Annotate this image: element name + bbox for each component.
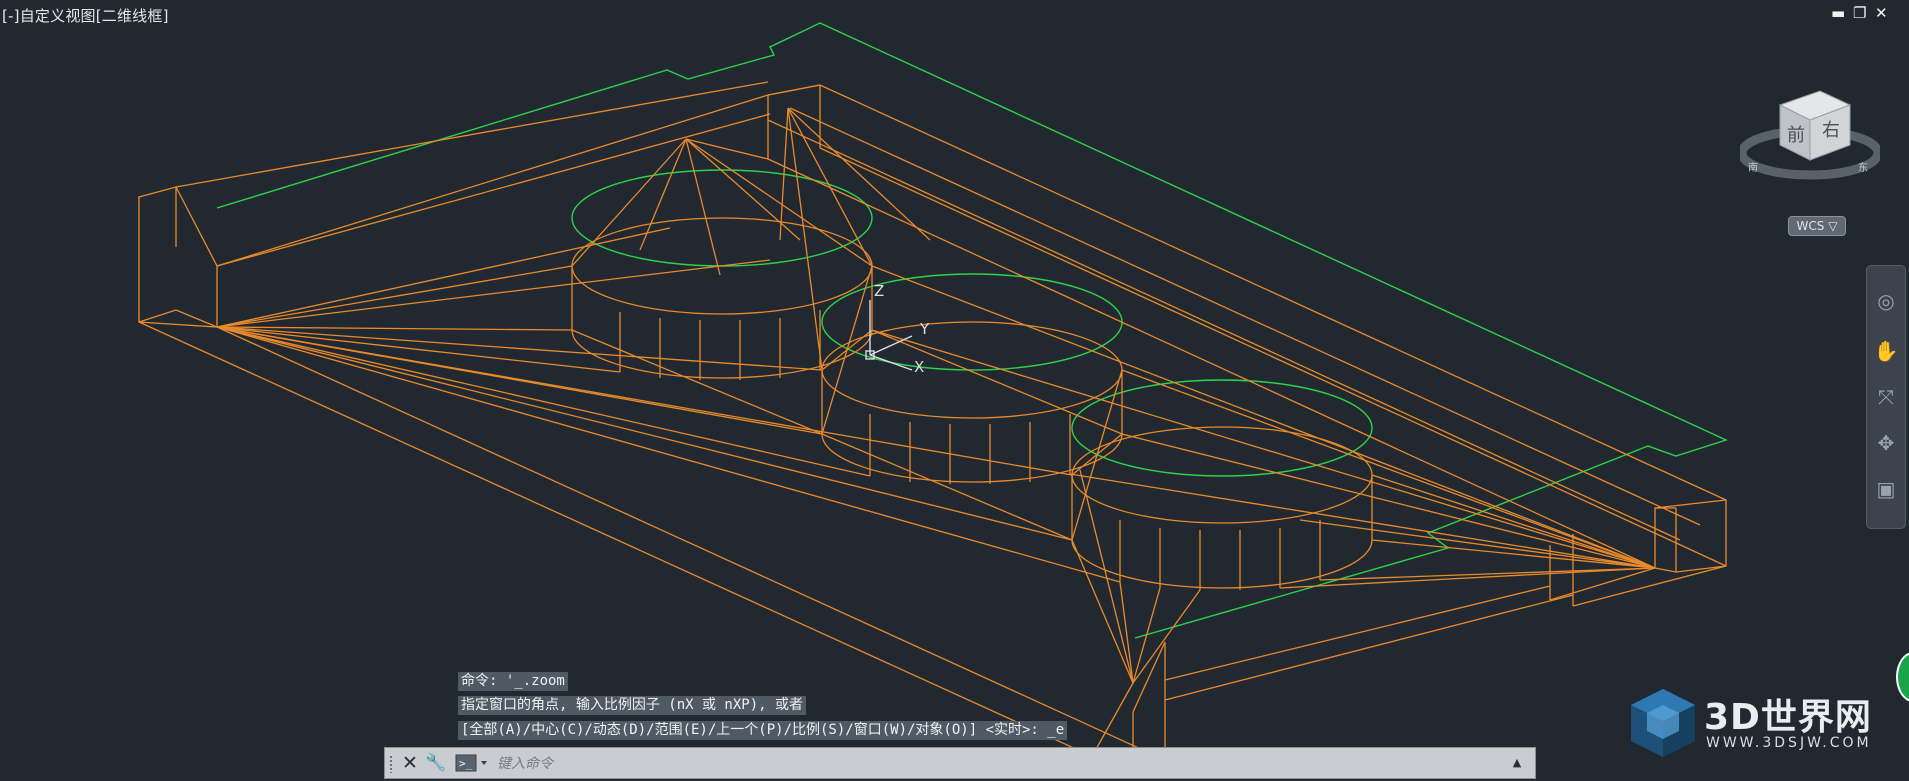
ucs-y-label: Y	[919, 320, 930, 338]
pan-hand-icon[interactable]: ✋	[1873, 338, 1899, 364]
viewcube-front-label: 前	[1787, 125, 1805, 146]
watermark-brand: 3D世界网	[1704, 697, 1872, 738]
command-history-line: 命令: '_.zoom	[458, 672, 568, 691]
ucs-z-label: Z	[874, 282, 884, 300]
steering-wheel-icon[interactable]: ◎	[1873, 288, 1899, 314]
drawing-canvas[interactable]: Z Y X	[0, 0, 1909, 781]
compass-south-label: 南	[1748, 161, 1758, 174]
watermark-url: WWW.3DSJW.COM	[1706, 735, 1872, 751]
ucs-x-label: X	[914, 358, 924, 376]
close-icon[interactable]: ✕	[399, 750, 421, 776]
showmotion-icon[interactable]: ▣	[1873, 476, 1899, 502]
command-line-bar: ✕ 🔧 >_ ▲	[384, 747, 1536, 779]
compass-east-label: 东	[1858, 161, 1868, 174]
viewcube[interactable]: 前 右 南 东	[1740, 75, 1880, 195]
svg-text:>_: >_	[459, 757, 473, 770]
zoom-icon[interactable]: ⤧	[1873, 384, 1899, 410]
drag-grip-icon[interactable]	[389, 755, 393, 773]
wireframe-model	[138, 81, 1727, 776]
navigation-bar: ◎ ✋ ⤧ ✥ ▣	[1866, 265, 1906, 529]
wcs-dropdown[interactable]: WCS ▽	[1788, 216, 1846, 236]
green-boundary	[216, 22, 1728, 639]
command-history-line: 指定窗口的角点, 输入比例因子 (nX 或 nXP), 或者	[458, 696, 807, 715]
command-prompt-icon[interactable]: >_	[455, 753, 491, 773]
viewcube-right-label: 右	[1822, 120, 1840, 141]
command-history-line: [全部(A)/中心(C)/动态(D)/范围(E)/上一个(P)/比例(S)/窗口…	[458, 721, 1068, 740]
chevron-up-icon[interactable]: ▲	[1507, 750, 1527, 776]
wrench-icon[interactable]: 🔧	[425, 750, 447, 776]
command-input[interactable]	[495, 751, 1499, 777]
orbit-icon[interactable]: ✥	[1873, 430, 1899, 456]
